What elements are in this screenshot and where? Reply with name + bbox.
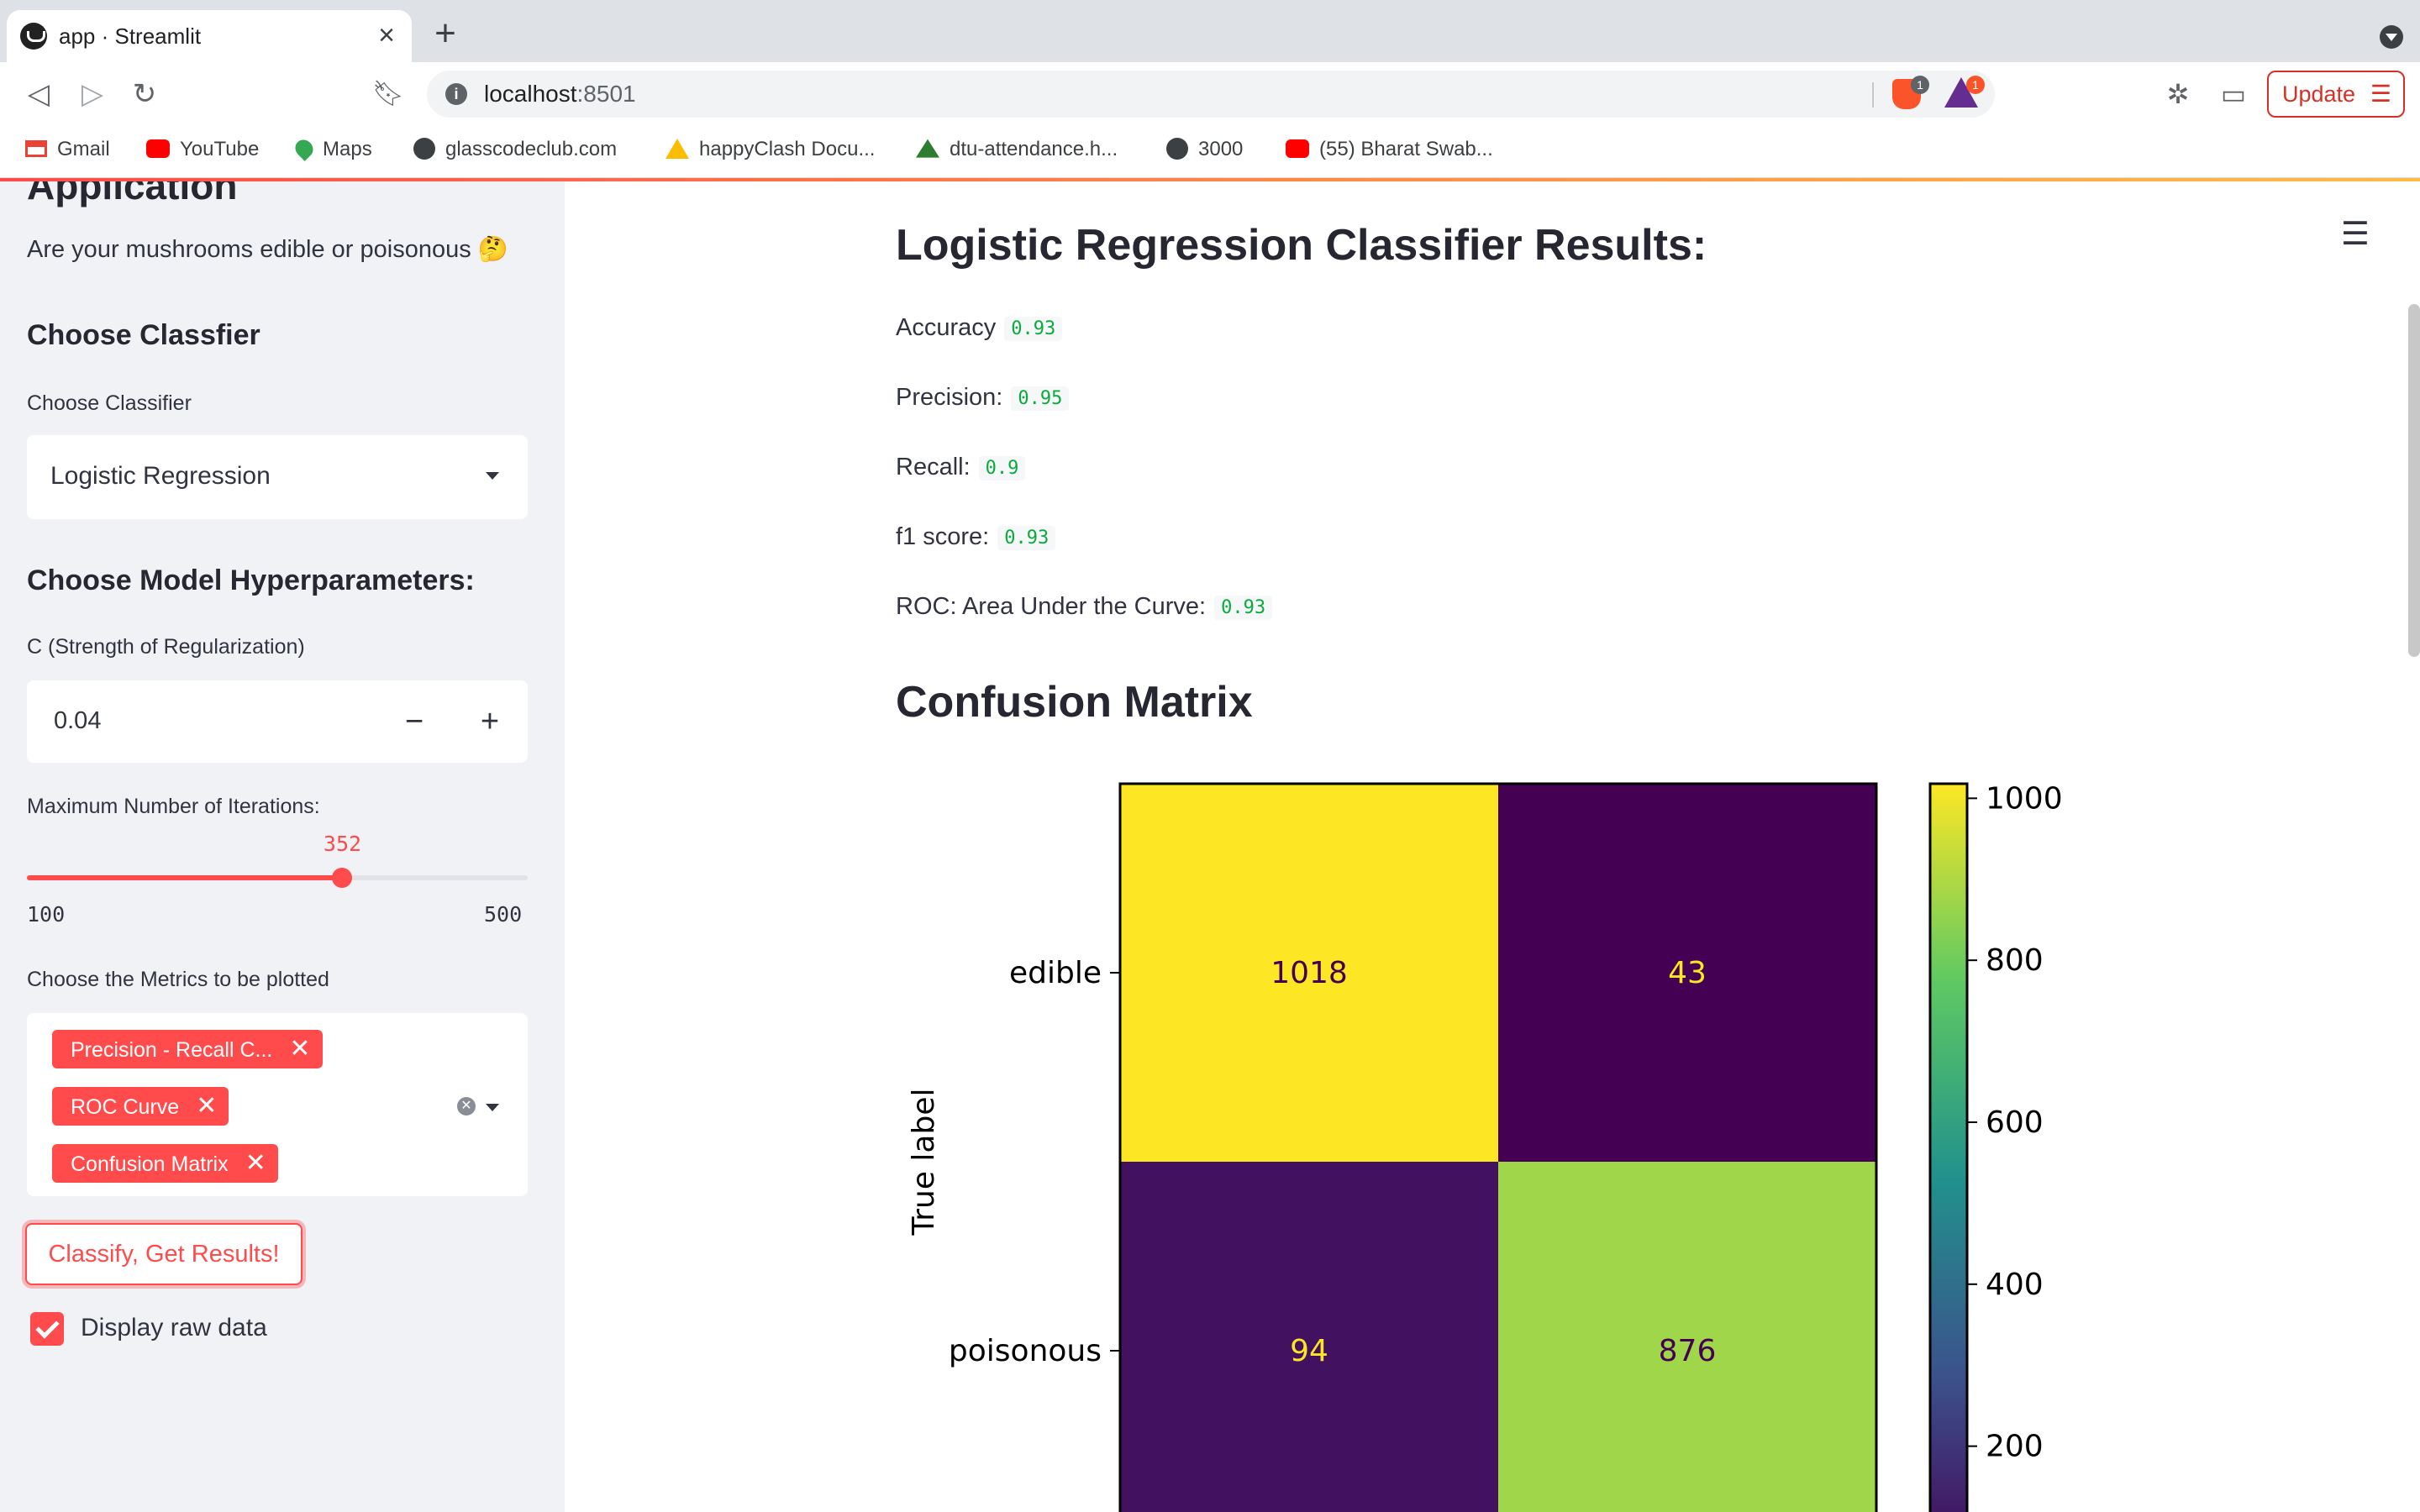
bookmark-maps[interactable]: Maps xyxy=(292,135,372,161)
sidebar-title: Application xyxy=(27,181,238,207)
tab-title: app · Streamlit xyxy=(59,24,202,49)
back-icon[interactable]: ◁ xyxy=(22,77,55,111)
iterations-label: Maximum Number of Iterations: xyxy=(27,795,320,818)
browser-tab-bar: app · Streamlit × + xyxy=(0,0,2420,62)
confusion-matrix-chart: 1018 43 94 876 edible poisonous True label 1000… xyxy=(907,781,2063,1512)
chip-roc-curve[interactable]: ROC Curve ✕ xyxy=(52,1087,229,1126)
colorbar-tick-label: 400 xyxy=(1986,1268,2044,1302)
choose-classifier-heading: Choose Classfier xyxy=(27,319,260,351)
bookmark-icon[interactable]: 🔖︎ xyxy=(371,77,405,111)
display-raw-checkbox[interactable] xyxy=(30,1312,64,1346)
bookmarks-bar: Gmail YouTube Maps glasscodeclub.com hap… xyxy=(0,126,2420,178)
c-value[interactable]: 0.04 xyxy=(54,707,101,735)
cell-value-label: 43 xyxy=(1668,956,1707,990)
display-raw-label[interactable]: Display raw data xyxy=(81,1314,267,1342)
close-tab-icon[interactable]: × xyxy=(371,20,402,50)
brave-shields-icon[interactable]: 1 xyxy=(1892,76,1929,109)
globe-icon xyxy=(1166,137,1188,160)
site-info-icon[interactable]: i xyxy=(445,83,467,105)
bookmark-dtu-attendance[interactable]: dtu-attendance.h... xyxy=(916,138,1118,161)
cell-value-label: 876 xyxy=(1659,1334,1717,1368)
bookmark-gmail[interactable]: Gmail xyxy=(25,138,110,161)
c-number-input[interactable]: 0.04 − + xyxy=(27,680,528,763)
forward-icon[interactable]: ▷ xyxy=(76,77,109,111)
chevron-down-icon xyxy=(486,472,499,480)
tab-search-icon[interactable] xyxy=(2380,25,2403,49)
bookmark-youtube[interactable]: YouTube xyxy=(146,138,259,161)
classify-button[interactable]: Classify, Get Results! xyxy=(25,1223,302,1285)
colorbar-tick-label: 600 xyxy=(1986,1105,2044,1140)
colorbar-tick-label: 800 xyxy=(1986,943,2044,978)
bookmark-3000[interactable]: 3000 xyxy=(1166,137,1243,161)
colorbar-tick-label: 1000 xyxy=(1986,781,2063,816)
cell-value-label: 94 xyxy=(1290,1334,1328,1368)
main-content: ☰ Logistic Regression Classifier Results… xyxy=(565,181,2420,1512)
slider-min: 100 xyxy=(27,902,66,927)
decrement-button[interactable]: − xyxy=(376,680,452,763)
maps-pin-icon xyxy=(292,135,317,161)
hyperparameters-heading: Choose Model Hyperparameters: xyxy=(27,564,475,596)
menu-lines-icon: ☰ xyxy=(2370,81,2391,107)
iterations-slider[interactable]: 352 xyxy=(27,832,528,888)
globe-icon xyxy=(413,137,435,160)
y-axis-label: True label xyxy=(907,1089,941,1236)
sidebar: Application Are your mushrooms edible or… xyxy=(0,181,565,1512)
clear-all-icon[interactable]: ✕ xyxy=(457,1097,476,1116)
browser-toolbar: ◁ ▷ ↻ 🔖︎ i localhost:8501 1 1 ✲ ▭ Update… xyxy=(0,62,2420,126)
increment-button[interactable]: + xyxy=(452,680,528,763)
dtu-logo-icon xyxy=(916,139,939,158)
bookmark-bharat[interactable]: (55) Bharat Swab... xyxy=(1286,138,1493,161)
remove-chip-icon[interactable]: ✕ xyxy=(245,1144,266,1183)
chip-confusion-matrix[interactable]: Confusion Matrix ✕ xyxy=(52,1144,278,1183)
url-text[interactable]: localhost:8501 xyxy=(484,81,636,108)
colorbar-tick-label: 200 xyxy=(1986,1430,2044,1464)
chip-precision-recall[interactable]: Precision - Recall C... ✕ xyxy=(52,1030,323,1068)
slider-max: 500 xyxy=(484,902,523,927)
wallet-icon[interactable]: ▭ xyxy=(2218,79,2249,109)
cell-value-label: 1018 xyxy=(1270,956,1348,990)
reload-icon[interactable]: ↻ xyxy=(128,77,161,111)
remove-chip-icon[interactable]: ✕ xyxy=(289,1030,310,1068)
browser-tab[interactable]: app · Streamlit × xyxy=(7,10,412,62)
chevron-down-icon[interactable] xyxy=(486,1104,499,1111)
metrics-label: Choose the Metrics to be plotted xyxy=(27,968,329,991)
bookmark-happyclash[interactable]: happyClash Docu... xyxy=(666,138,875,161)
classifier-select[interactable]: Logistic Regression xyxy=(27,435,528,519)
c-label: C (Strength of Regularization) xyxy=(27,635,305,659)
colorbar xyxy=(1928,782,1969,1512)
choose-classifier-label: Choose Classifier xyxy=(27,391,192,415)
extensions-puzzle-icon[interactable]: ✲ xyxy=(2163,79,2193,109)
new-tab-icon[interactable]: + xyxy=(429,15,462,52)
update-button[interactable]: Update ☰ xyxy=(2267,71,2405,118)
y-tick-label: poisonous xyxy=(949,1334,1102,1368)
streamlit-favicon-icon xyxy=(20,23,47,50)
metrics-multiselect[interactable]: Precision - Recall C... ✕ ROC Curve ✕ Conf… xyxy=(27,1013,528,1196)
classifier-selected-value: Logistic Regression xyxy=(50,462,271,490)
y-tick-label: edible xyxy=(1009,956,1102,990)
brave-rewards-icon[interactable]: 1 xyxy=(1944,76,1985,108)
slider-value: 352 xyxy=(323,832,362,856)
youtube-icon xyxy=(1286,139,1309,158)
sidebar-subtitle: Are your mushrooms edible or poisonous 🤔 xyxy=(27,236,508,263)
slider-thumb[interactable] xyxy=(332,868,353,888)
address-bar[interactable]: i localhost:8501 1 1 xyxy=(427,71,1995,118)
gmail-icon xyxy=(25,139,47,157)
slider-fill xyxy=(27,875,343,880)
youtube-icon xyxy=(146,139,170,158)
bookmark-glasscodeclub[interactable]: glasscodeclub.com xyxy=(413,137,617,161)
remove-chip-icon[interactable]: ✕ xyxy=(196,1087,217,1126)
google-drive-icon xyxy=(666,138,689,159)
